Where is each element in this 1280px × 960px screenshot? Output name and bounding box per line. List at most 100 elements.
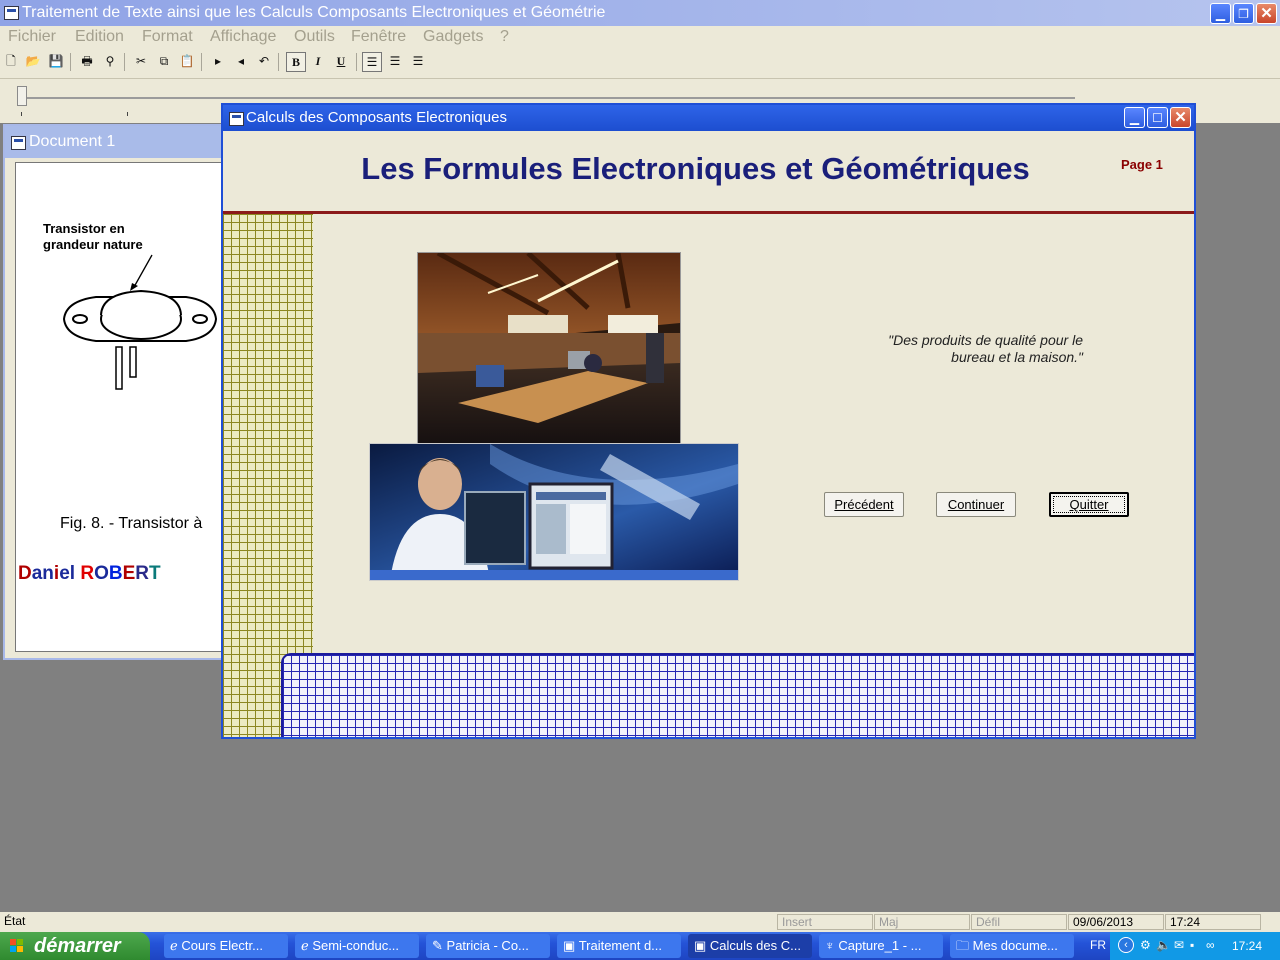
transistor-caption: Transistor en grandeur nature [43,221,143,253]
next-icon[interactable]: ▸ [208,52,228,72]
document-window: Document 1 Transistor en grandeur nature… [3,124,235,660]
menu-affichage[interactable]: Affichage [210,28,276,46]
find-binoculars-icon[interactable]: ⚲ [100,52,120,72]
messenger-icon[interactable]: ∞ [1206,938,1215,952]
author-letter: l [69,563,81,584]
menu-fenetre[interactable]: Fenêtre [351,28,406,46]
document-page[interactable]: Transistor en grandeur nature Fig. 8. - … [15,162,231,652]
copy-icon[interactable]: ⧉ [154,52,174,72]
ruler-slider-handle[interactable] [17,86,27,106]
open-folder-icon[interactable]: 📂 [23,52,43,72]
header-divider [223,211,1194,214]
menu-help[interactable]: ? [500,28,509,46]
taskbar-item-active[interactable]: ▣ Calculs des C... [688,934,812,958]
window-icon: ▣ [694,938,707,953]
tagline-quote: "Des produits de qualité pour le bureau … [823,332,1083,366]
taskbar-item-label: Capture_1 - ... [838,938,922,953]
menu-format[interactable]: Format [142,28,193,46]
taskbar-item-label: Mes docume... [972,938,1058,953]
underline-button[interactable]: U [331,52,351,72]
bold-button[interactable]: B [286,52,306,72]
author-letter: an [31,563,54,584]
menu-outils[interactable]: Outils [294,28,335,46]
cut-icon[interactable]: ✂ [131,52,151,72]
close-icon[interactable]: ✕ [1256,3,1277,24]
dialog-minimize-icon[interactable]: ▁ [1124,107,1145,128]
taskbar-item[interactable]: ✎ Patricia - Co... [426,934,550,958]
taskbar-item-label: Patricia - Co... [446,938,529,953]
ruler-track [20,97,1075,99]
document-title: Document 1 [29,133,116,150]
save-icon[interactable]: 💾 [46,52,66,72]
status-bar: État Insert Maj Défil 09/06/2013 17:24 [0,912,1280,932]
technology-photo [369,443,739,581]
taskbar-item-label: Traitement d... [578,938,663,953]
tagline-line: bureau et la maison." [951,349,1083,365]
tray-clock[interactable]: 17:24 [1232,939,1262,953]
calculs-dialog: Calculs des Composants Electroniques ▁ ☐… [221,103,1196,739]
toolbar-separator [124,53,125,71]
restore-icon[interactable]: ❐ [1233,3,1254,24]
status-time: 17:24 [1165,914,1261,930]
transistor-caption-line: Transistor en [43,221,125,236]
network-icon[interactable]: ⚙ [1140,938,1151,952]
print-icon[interactable]: 🖶 [77,52,97,72]
dialog-maximize-icon[interactable]: ☐ [1147,107,1168,128]
language-indicator[interactable]: FR [1090,938,1106,952]
dialog-titlebar[interactable]: Calculs des Composants Electroniques ▁ ☐… [223,105,1194,131]
taskbar: démarrer ℯ Cours Electr... ℯ Semi-conduc… [0,932,1280,960]
taskbar-item[interactable]: ▣ Traitement d... [557,934,681,958]
tray-expand-icon[interactable]: ‹ [1118,937,1134,953]
paint-icon: ♆ [825,938,835,953]
taskbar-item-label: Cours Electr... [181,938,263,953]
italic-button[interactable]: I [308,52,328,72]
volume-icon[interactable]: 🔈 [1156,938,1171,952]
start-button[interactable]: démarrer [0,932,150,960]
figure-caption: Fig. 8. - Transistor à [60,515,203,532]
align-left-icon[interactable]: ☰ [362,52,382,72]
previous-button[interactable]: Précédent [824,492,904,517]
author-letter: R [135,563,150,584]
ruler-tick [21,112,22,116]
start-label: démarrer [34,935,121,957]
author-signature: Daniel ROBERT [18,563,161,585]
new-file-icon[interactable]: 🗋 [1,52,21,72]
author-letter: T [149,563,161,584]
minimize-icon[interactable]: ▁ [1210,3,1231,24]
app-icon [4,6,19,20]
mail-icon[interactable]: ✉ [1174,938,1184,952]
menu-bar: Fichier Edition Format Affichage Outils … [0,26,1280,48]
ie-icon: ℯ [170,938,178,953]
taskbar-item[interactable]: ℯ Semi-conduc... [295,934,419,958]
status-insert: Insert [777,914,873,930]
monitor-icon[interactable]: ▪ [1190,938,1194,952]
previous-icon[interactable]: ◂ [231,52,251,72]
author-letter: B [108,563,123,584]
toolbar-separator [356,53,357,71]
toolbar: 🗋 📂 💾 🖶 ⚲ ✂ ⧉ 📋 ▸ ◂ ↶ B I U ☰ ☰ ☰ [0,48,1280,79]
status-date: 09/06/2013 [1068,914,1164,930]
menu-fichier[interactable]: Fichier [8,28,56,46]
menu-edition[interactable]: Edition [75,28,124,46]
paste-icon[interactable]: 📋 [177,52,197,72]
transistor-caption-line: grandeur nature [43,237,143,252]
document-titlebar[interactable]: Document 1 [5,126,233,158]
undo-icon[interactable]: ↶ [254,52,274,72]
transistor-illustration [62,254,218,390]
dialog-close-icon[interactable]: ✕ [1170,107,1191,128]
dialog-icon [229,112,244,126]
author-letter: D [18,563,32,584]
align-center-icon[interactable]: ☰ [385,52,405,72]
document-icon [11,136,26,150]
menu-gadgets[interactable]: Gadgets [423,28,483,46]
taskbar-item[interactable]: ♆ Capture_1 - ... [819,934,943,958]
status-scroll: Défil [971,914,1067,930]
app-titlebar[interactable]: Traitement de Texte ainsi que les Calcul… [0,0,1280,26]
quit-button[interactable]: Quitter [1049,492,1129,517]
taskbar-item[interactable]: 🗀 Mes docume... [950,934,1074,958]
taskbar-item[interactable]: ℯ Cours Electr... [164,934,288,958]
continue-button[interactable]: Continuer [936,492,1016,517]
align-right-icon[interactable]: ☰ [408,52,428,72]
quit-button-label: Quitter [1069,497,1109,512]
previous-button-label: Précédent [834,497,894,512]
